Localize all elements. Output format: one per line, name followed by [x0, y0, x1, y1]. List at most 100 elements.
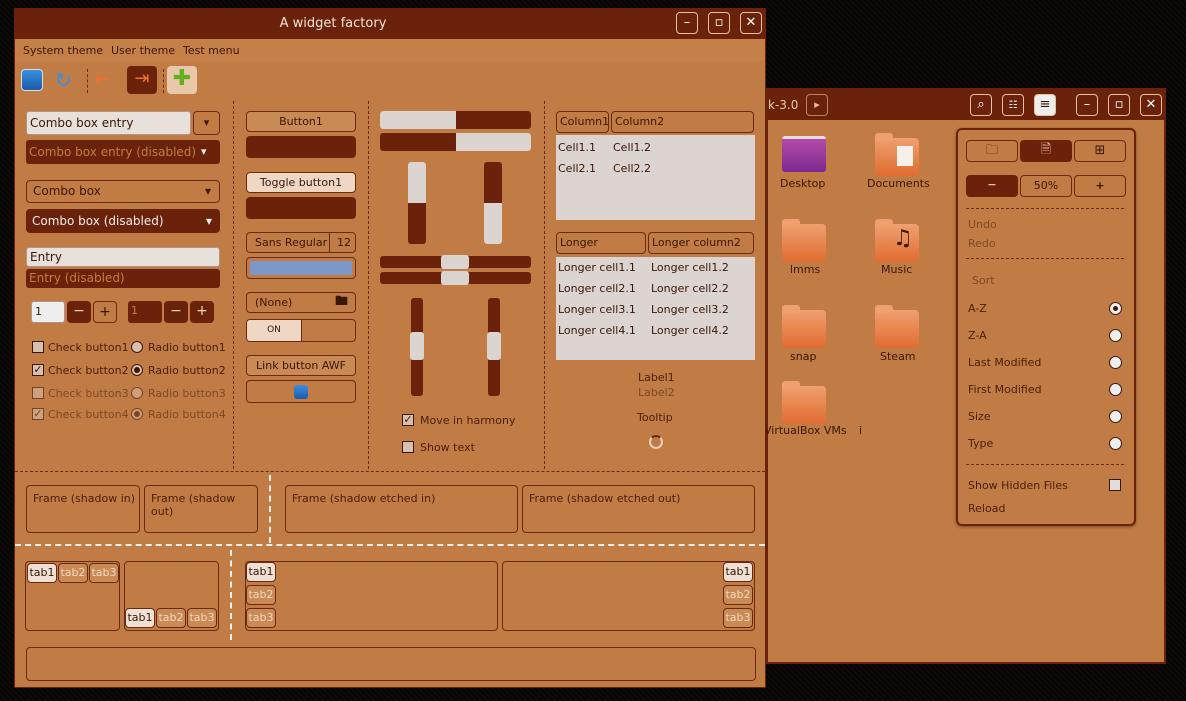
scale-slider[interactable] — [410, 332, 424, 360]
zoom-out-button[interactable]: − — [966, 175, 1018, 197]
close-button[interactable]: ✕ — [740, 12, 762, 34]
font-button[interactable]: Sans Regular 12 — [246, 232, 356, 253]
cell[interactable]: Cell1.1 — [558, 141, 596, 154]
cell[interactable]: Cell2.2 — [613, 162, 651, 175]
files-maximize-button[interactable]: ▫ — [1108, 94, 1130, 116]
maximize-button[interactable]: ▫ — [708, 12, 730, 34]
scale-vertical-1[interactable] — [410, 298, 424, 396]
toggle-button1[interactable]: Toggle button1 — [246, 172, 356, 193]
scale-slider[interactable] — [441, 255, 469, 269]
column-header-1[interactable]: Column1 — [556, 111, 609, 133]
sort-size-radio[interactable] — [1109, 410, 1122, 423]
column-header-2[interactable]: Column2 — [611, 111, 754, 133]
cell[interactable]: Cell1.2 — [613, 141, 651, 154]
menu-test[interactable]: Test menu — [183, 44, 240, 57]
view-toggle-button[interactable]: ☷ — [1002, 94, 1024, 116]
file-item-documents[interactable]: Documents — [863, 132, 933, 192]
undo-item[interactable]: Undo — [968, 218, 997, 231]
combo-box[interactable]: Combo box ▾ — [26, 180, 220, 203]
sort-az-radio[interactable] — [1109, 302, 1122, 315]
file-item-steam[interactable]: Steam — [863, 304, 933, 364]
radio-button-2-label[interactable]: Radio button2 — [148, 364, 226, 377]
tab3[interactable]: tab3 — [246, 608, 276, 628]
cell[interactable]: Longer cell4.2 — [651, 324, 729, 337]
file-item-music[interactable]: ♫ Music — [863, 218, 933, 278]
color-button[interactable] — [246, 257, 356, 279]
show-hidden-files-checkbox[interactable] — [1109, 479, 1121, 491]
sort-size[interactable]: Size — [968, 410, 991, 423]
entry[interactable]: Entry — [26, 247, 220, 267]
add-button[interactable]: ✚ — [167, 66, 197, 94]
cell[interactable]: Longer cell1.2 — [651, 261, 729, 274]
zoom-in-button[interactable]: + — [1074, 175, 1126, 197]
pane-handle[interactable] — [230, 550, 232, 640]
app-launch-button[interactable] — [246, 380, 356, 403]
sort-za-radio[interactable] — [1109, 329, 1122, 342]
cell[interactable]: Longer cell3.2 — [651, 303, 729, 316]
tab3[interactable]: tab3 — [187, 608, 217, 628]
radio-button-1[interactable] — [131, 341, 143, 353]
check-button-2-label[interactable]: Check button2 — [48, 364, 129, 377]
menu-button[interactable]: ≡ — [1034, 94, 1056, 116]
check-button-1-box[interactable] — [32, 341, 44, 353]
button1[interactable]: Button1 — [246, 111, 356, 132]
tab3[interactable]: tab3 — [723, 608, 753, 628]
link-button[interactable]: Link button AWF — [246, 355, 356, 376]
show-text-checkbox[interactable] — [402, 441, 414, 453]
scale-horizontal-2[interactable] — [380, 271, 531, 285]
switch[interactable]: ON — [246, 319, 356, 342]
column-header-1[interactable]: Longer column1 — [556, 232, 646, 269]
files-minimize-button[interactable]: – — [1076, 94, 1098, 116]
sort-first-modified[interactable]: First Modified — [968, 383, 1042, 396]
cell[interactable]: Longer cell3.1 — [558, 303, 636, 316]
sort-last-modified-radio[interactable] — [1109, 356, 1122, 369]
goto-first-button[interactable]: ⇤ — [95, 69, 119, 93]
new-folder-button[interactable]: 🗀 — [966, 140, 1018, 162]
sort-za[interactable]: Z-A — [968, 329, 987, 342]
file-item-snap[interactable]: snap — [778, 304, 838, 364]
goto-last-button[interactable]: ⇥ — [127, 66, 157, 94]
file-item-lmms[interactable]: lmms — [778, 218, 838, 278]
refresh-button[interactable]: ↻ — [55, 69, 79, 93]
new-tab-button[interactable]: ⊞ — [1074, 140, 1126, 162]
show-hidden-files-item[interactable]: Show Hidden Files — [968, 479, 1068, 492]
cell[interactable]: Cell2.1 — [558, 162, 596, 175]
show-text-label[interactable]: Show text — [420, 441, 475, 454]
sort-type[interactable]: Type — [968, 437, 993, 450]
column-header-2[interactable]: Longer column2 — [648, 232, 754, 254]
scale-slider[interactable] — [441, 271, 469, 285]
file-chooser-button[interactable]: (None) 🖿 — [246, 292, 356, 313]
reload-item[interactable]: Reload — [968, 502, 1005, 515]
combo-entry-dropdown-button[interactable]: ▾ — [193, 111, 220, 135]
sort-first-modified-radio[interactable] — [1109, 383, 1122, 396]
move-in-harmony-label[interactable]: Move in harmony — [420, 414, 516, 427]
cell[interactable]: Longer cell2.2 — [651, 282, 729, 295]
tab2[interactable]: tab2 — [246, 585, 276, 605]
tab1[interactable]: tab1 — [246, 562, 276, 582]
tab2[interactable]: tab2 — [58, 563, 88, 583]
tab2[interactable]: tab2 — [723, 585, 753, 605]
spin-decrement-button[interactable]: − — [67, 301, 91, 323]
search-button[interactable]: ⌕ — [970, 94, 992, 116]
pane-handle[interactable] — [269, 475, 271, 543]
minimize-button[interactable]: – — [676, 12, 698, 34]
spin-increment-button[interactable]: + — [93, 301, 117, 323]
scale-vertical-2[interactable] — [487, 298, 501, 396]
tab2[interactable]: tab2 — [156, 608, 186, 628]
cell[interactable]: Longer cell1.1 — [558, 261, 636, 274]
sort-type-radio[interactable] — [1109, 437, 1122, 450]
check-button-2-box[interactable]: ✓ — [32, 364, 44, 376]
path-forward-button[interactable]: ▸ — [806, 94, 828, 116]
scale-slider[interactable] — [487, 332, 501, 360]
file-item-virtualbox[interactable]: VirtualBox VMs — [764, 380, 858, 440]
files-close-button[interactable]: ✕ — [1140, 94, 1162, 116]
radio-button-1-label[interactable]: Radio button1 — [148, 341, 226, 354]
spin-value[interactable]: 1 — [31, 301, 65, 323]
path-bar[interactable]: k-3.0 — [768, 98, 798, 112]
menu-system-theme[interactable]: System theme — [23, 44, 103, 57]
sort-last-modified[interactable]: Last Modified — [968, 356, 1041, 369]
sort-az[interactable]: A-Z — [968, 302, 987, 315]
move-in-harmony-checkbox[interactable]: ✓ — [402, 414, 414, 426]
file-item-desktop[interactable]: Desktop — [778, 132, 838, 192]
pane-divider[interactable] — [15, 544, 765, 546]
